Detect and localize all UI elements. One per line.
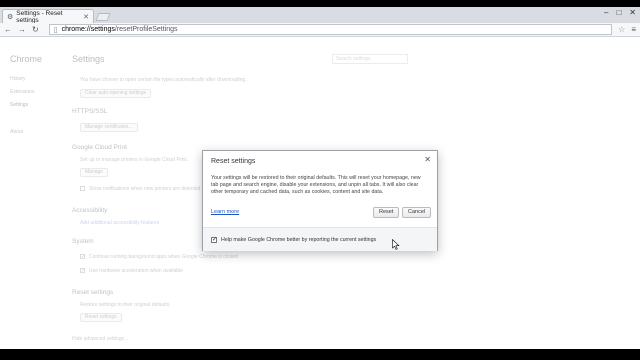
back-icon[interactable]: ← bbox=[4, 25, 12, 34]
learn-more-link[interactable]: Learn more bbox=[211, 209, 239, 215]
browser-window: ⚙ Settings - Reset settings ✕ – □ ✕ ← → … bbox=[0, 7, 640, 349]
address-bar[interactable]: ▯ chrome://settings/resetProfileSettings bbox=[48, 24, 613, 35]
reset-settings-dialog: Reset settings ✕ Your settings will be r… bbox=[202, 150, 438, 251]
browser-toolbar: ← → ↻ ▯ chrome://settings/resetProfileSe… bbox=[0, 23, 640, 37]
maximize-icon[interactable]: □ bbox=[616, 8, 621, 17]
dialog-title: Reset settings bbox=[211, 158, 256, 165]
reset-button[interactable]: Reset bbox=[373, 207, 400, 218]
tab-close-icon[interactable]: ✕ bbox=[83, 13, 89, 21]
close-window-icon[interactable]: ✕ bbox=[629, 8, 636, 17]
reload-icon[interactable]: ↻ bbox=[32, 25, 39, 34]
tab-settings[interactable]: ⚙ Settings - Reset settings ✕ bbox=[2, 9, 94, 24]
cancel-button[interactable]: Cancel bbox=[402, 207, 432, 218]
dialog-footer: ✓ Help make Google Chrome better by repo… bbox=[203, 227, 437, 251]
window-controls: – □ ✕ bbox=[604, 8, 636, 17]
page-icon: ▯ bbox=[53, 26, 58, 34]
report-settings-label: Help make Google Chrome better by report… bbox=[221, 237, 377, 243]
close-icon[interactable]: ✕ bbox=[424, 155, 431, 164]
report-settings-checkbox[interactable]: ✓ bbox=[211, 237, 217, 243]
dialog-body: Your settings will be restored to their … bbox=[211, 175, 421, 195]
new-tab-button[interactable] bbox=[95, 13, 111, 21]
chrome-menu-icon[interactable]: ≡ bbox=[631, 25, 636, 34]
tab-title: Settings - Reset settings bbox=[16, 9, 63, 24]
gear-icon: ⚙ bbox=[7, 13, 14, 21]
tab-strip: ⚙ Settings - Reset settings ✕ – □ ✕ bbox=[0, 7, 640, 24]
mouse-cursor-icon bbox=[392, 239, 400, 250]
bookmark-star-icon[interactable]: ☆ bbox=[618, 25, 625, 34]
address-path: /resetProfileSettings bbox=[114, 26, 178, 33]
forward-icon[interactable]: → bbox=[18, 25, 26, 34]
minimize-icon[interactable]: – bbox=[604, 8, 608, 17]
address-host: chrome://settings bbox=[61, 26, 115, 33]
